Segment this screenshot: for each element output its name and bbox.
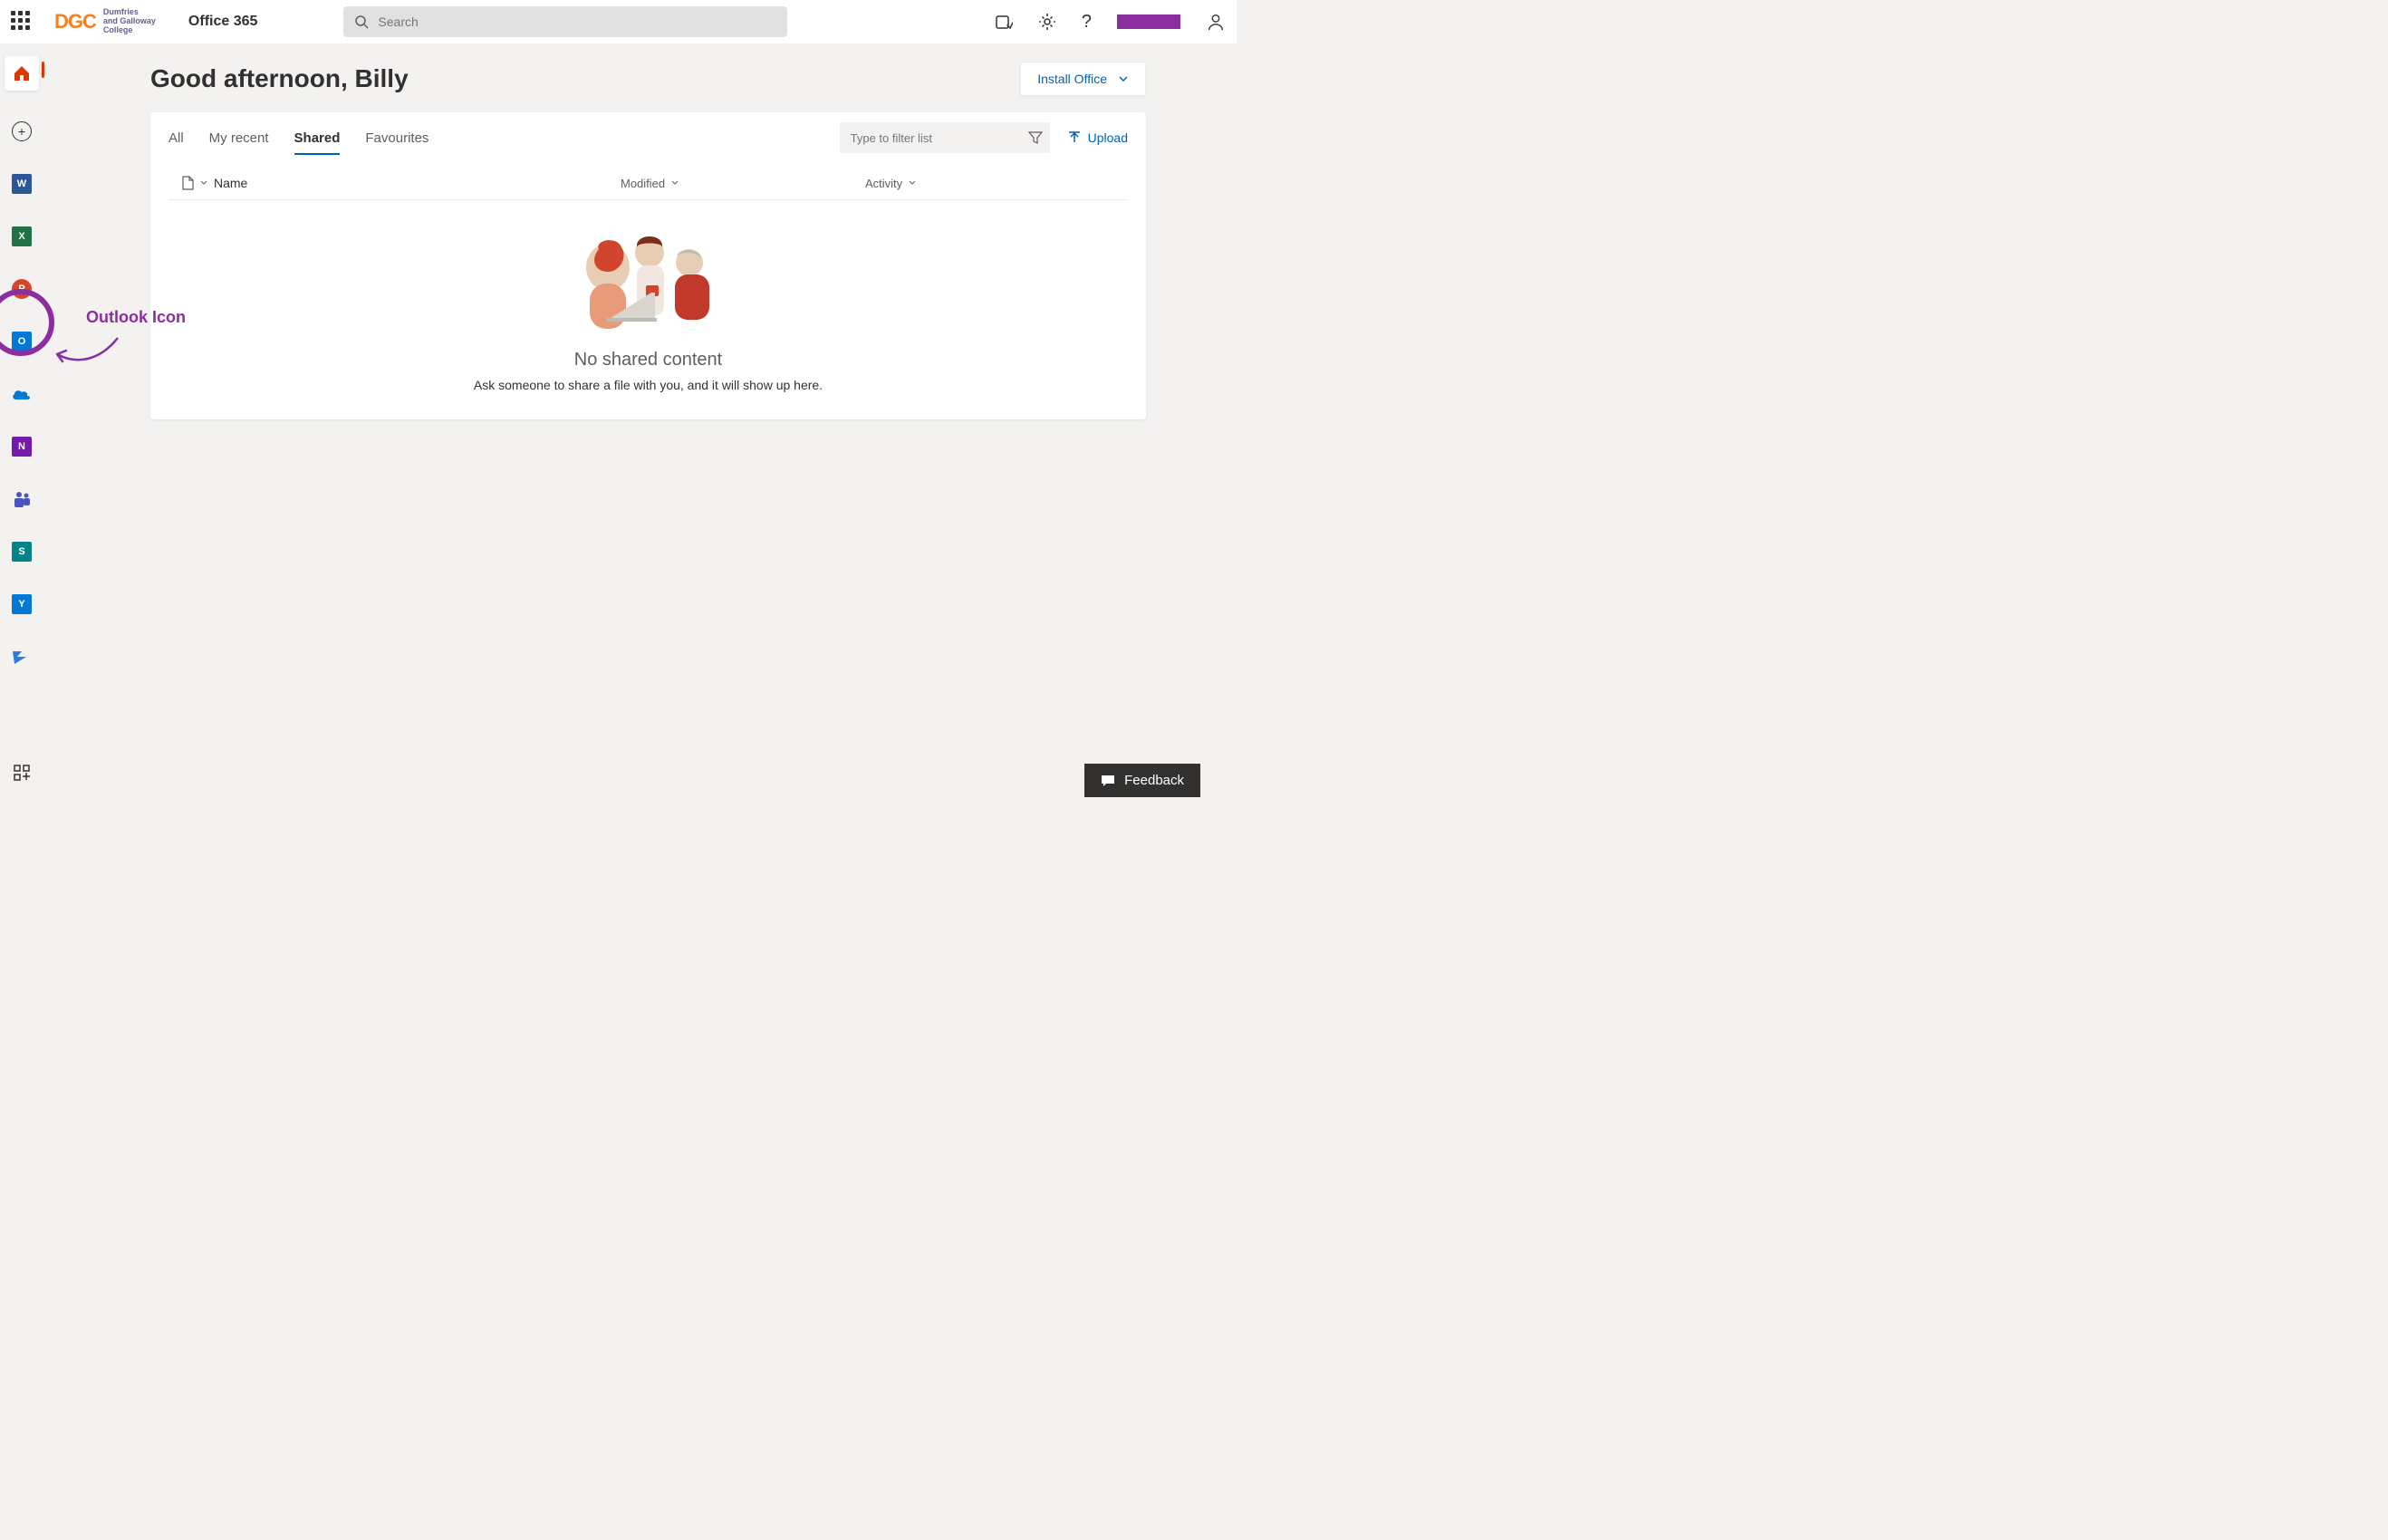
home-icon bbox=[13, 64, 31, 82]
upload-button[interactable]: Upload bbox=[1068, 130, 1128, 145]
tab-favourites[interactable]: Favourites bbox=[365, 116, 428, 160]
file-icon bbox=[181, 176, 194, 190]
tab-my-recent[interactable]: My recent bbox=[209, 116, 269, 160]
onedrive-icon bbox=[11, 387, 33, 401]
empty-state: No shared content Ask someone to share a… bbox=[169, 200, 1128, 419]
chevron-down-icon bbox=[1118, 73, 1129, 84]
app-name: Office 365 bbox=[188, 14, 257, 30]
brand-text: Dumfries and Galloway College bbox=[103, 8, 156, 35]
empty-state-illustration bbox=[563, 222, 735, 331]
outlook-icon: O bbox=[12, 332, 32, 351]
sidebar-item-onenote[interactable]: N bbox=[10, 435, 34, 458]
yammer-icon: Y bbox=[12, 594, 32, 614]
chat-icon bbox=[1101, 775, 1115, 787]
sidebar-item-teams[interactable] bbox=[10, 487, 34, 511]
word-icon: W bbox=[12, 174, 32, 194]
sidebar-item-onedrive[interactable] bbox=[10, 382, 34, 406]
table-header: Name Modified Activity bbox=[169, 163, 1128, 200]
brand-logo[interactable]: DGC Dumfries and Galloway College bbox=[54, 8, 156, 35]
help-icon[interactable]: ? bbox=[1082, 12, 1092, 33]
teams-icon bbox=[12, 489, 32, 509]
sidebar-item-outlook[interactable]: O bbox=[10, 330, 34, 353]
user-name-bar bbox=[1117, 14, 1180, 29]
column-modified[interactable]: Modified bbox=[621, 177, 665, 190]
empty-title: No shared content bbox=[169, 350, 1128, 371]
chevron-down-icon[interactable] bbox=[908, 178, 917, 188]
main-content: Good afternoon, Billy Install Office All… bbox=[43, 43, 1237, 797]
header: DGC Dumfries and Galloway College Office… bbox=[0, 0, 1237, 43]
sidebar-item-yammer[interactable]: Y bbox=[10, 592, 34, 616]
sidebar-item-power-automate[interactable] bbox=[10, 645, 34, 669]
empty-subtitle: Ask someone to share a file with you, an… bbox=[169, 378, 1128, 392]
calendar-badge-icon[interactable] bbox=[995, 13, 1013, 31]
chevron-down-icon[interactable] bbox=[199, 178, 208, 188]
onenote-icon: N bbox=[12, 437, 32, 457]
sidebar-item-word[interactable]: W bbox=[10, 172, 34, 196]
power-automate-icon bbox=[12, 650, 32, 664]
brand-abbrev: DGC bbox=[54, 10, 96, 34]
sharepoint-icon: S bbox=[12, 542, 32, 562]
sidebar-item-powerpoint[interactable]: P bbox=[10, 277, 34, 301]
search-box[interactable] bbox=[343, 6, 787, 37]
documents-card: All My recent Shared Favourites Upload bbox=[150, 112, 1146, 419]
page-title: Good afternoon, Billy bbox=[150, 64, 409, 93]
excel-icon: X bbox=[12, 226, 32, 246]
chevron-down-icon[interactable] bbox=[670, 178, 679, 188]
column-activity[interactable]: Activity bbox=[865, 177, 902, 190]
sidebar: + W X P O N S Y bbox=[0, 43, 43, 797]
filter-icon[interactable] bbox=[1021, 122, 1050, 153]
filter-wrap bbox=[840, 122, 1050, 153]
filter-input[interactable] bbox=[840, 122, 1021, 153]
sidebar-item-home[interactable] bbox=[5, 56, 39, 91]
tab-shared[interactable]: Shared bbox=[294, 116, 341, 160]
sidebar-item-create[interactable]: + bbox=[10, 120, 34, 143]
column-name[interactable]: Name bbox=[214, 176, 247, 190]
search-input[interactable] bbox=[378, 14, 776, 29]
search-icon bbox=[354, 14, 369, 29]
sidebar-item-sharepoint[interactable]: S bbox=[10, 540, 34, 563]
gear-icon[interactable] bbox=[1038, 13, 1056, 31]
tab-all[interactable]: All bbox=[169, 116, 184, 160]
upload-icon bbox=[1068, 131, 1081, 144]
feedback-button[interactable]: Feedback bbox=[1084, 764, 1200, 797]
install-office-button[interactable]: Install Office bbox=[1020, 62, 1146, 96]
app-launcher-icon[interactable] bbox=[11, 11, 33, 33]
plus-icon: + bbox=[12, 121, 32, 141]
profile-icon[interactable] bbox=[1206, 12, 1226, 32]
sidebar-item-excel[interactable]: X bbox=[10, 225, 34, 248]
powerpoint-icon: P bbox=[12, 279, 32, 299]
tabs-row: All My recent Shared Favourites Upload bbox=[169, 112, 1128, 163]
